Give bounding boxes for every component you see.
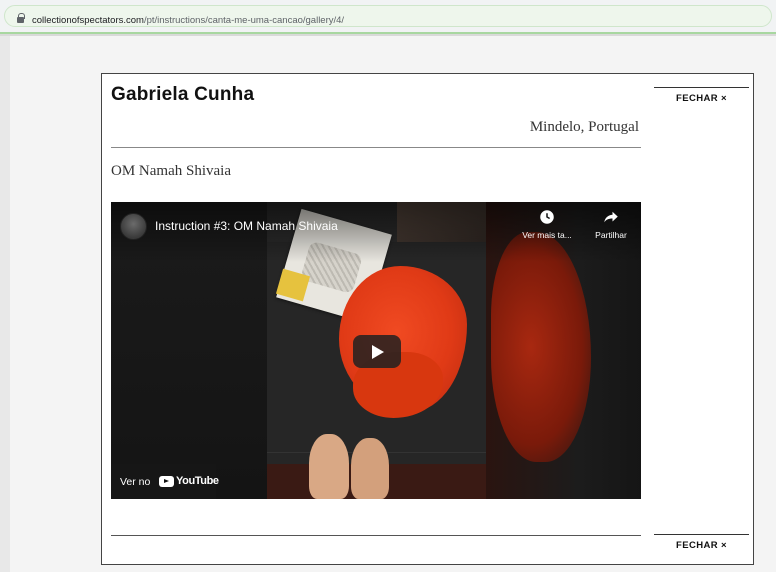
share-label: Partilhar: [595, 230, 627, 240]
divider-bottom: [111, 535, 641, 536]
divider-top: [111, 147, 641, 148]
youtube-wordmark: YouTube: [176, 475, 219, 487]
video-left-foot: [309, 434, 349, 499]
close-button-top[interactable]: FECHAR ×: [654, 87, 749, 104]
url-field[interactable]: collectionofspectators.com/pt/instructio…: [4, 5, 772, 27]
video-title[interactable]: Instruction #3: OM Namah Shivaia: [155, 219, 338, 233]
watch-later-button[interactable]: Ver mais ta...: [515, 208, 579, 240]
youtube-logo-icon: [159, 476, 174, 487]
clock-icon: [540, 210, 554, 224]
watch-on-youtube-link[interactable]: Ver no YouTube: [111, 464, 219, 499]
share-button[interactable]: Partilhar: [587, 208, 635, 240]
participant-name: Gabriela Cunha: [111, 84, 255, 105]
participant-location: Mindelo, Portugal: [529, 119, 639, 135]
url-host: collectionofspectators.com: [32, 15, 144, 26]
url-text[interactable]: collectionofspectators.com/pt/instructio…: [32, 15, 344, 26]
video-right-foot: [351, 438, 389, 499]
share-arrow-icon: [604, 211, 618, 223]
browser-address-bar[interactable]: collectionofspectators.com/pt/instructio…: [0, 0, 776, 34]
lock-icon: [17, 13, 25, 23]
url-path: /pt/instructions/canta-me-uma-cancao/gal…: [143, 15, 345, 26]
close-button-bottom[interactable]: FECHAR ×: [654, 534, 749, 551]
watch-later-label: Ver mais ta...: [522, 230, 572, 240]
watch-on-label: Ver no: [120, 476, 151, 488]
song-title: OM Namah Shivaia: [111, 163, 231, 179]
play-button[interactable]: [353, 335, 401, 368]
gallery-modal: Gabriela Cunha FECHAR × Mindelo, Portuga…: [101, 73, 754, 565]
channel-avatar[interactable]: [120, 213, 147, 240]
youtube-video-embed[interactable]: Instruction #3: OM Namah Shivaia Ver mai…: [111, 202, 641, 499]
